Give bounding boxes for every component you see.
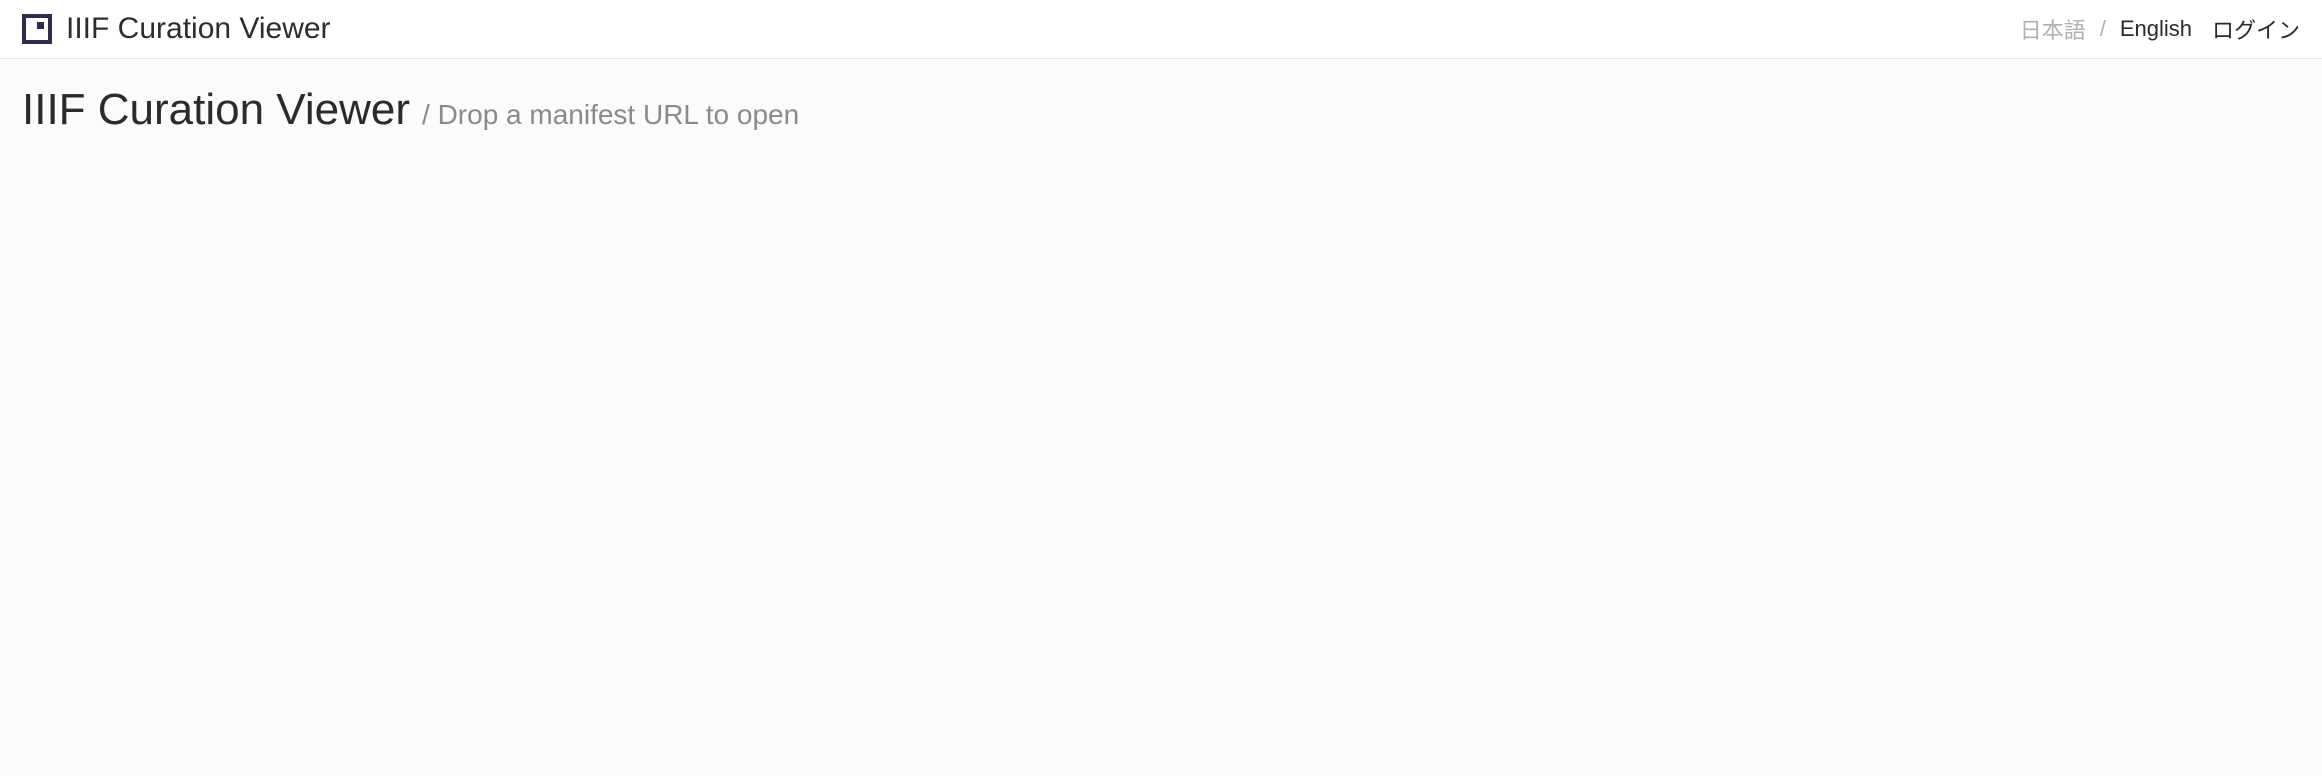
language-english-link[interactable]: English xyxy=(2120,16,2192,42)
header-left-group: IIIF Curation Viewer xyxy=(22,12,331,46)
app-header: IIIF Curation Viewer 日本語 / English ログイン xyxy=(0,0,2322,59)
main-content: IIIF Curation Viewer / Drop a manifest U… xyxy=(0,59,2322,661)
language-japanese-link[interactable]: 日本語 xyxy=(2020,13,2086,45)
login-link[interactable]: ログイン xyxy=(2212,13,2300,45)
manifest-drop-area[interactable] xyxy=(22,135,2300,635)
page-subtitle: / Drop a manifest URL to open xyxy=(422,99,799,131)
app-title: IIIF Curation Viewer xyxy=(66,12,331,46)
page-title-row: IIIF Curation Viewer / Drop a manifest U… xyxy=(22,85,2300,135)
page-title: IIIF Curation Viewer xyxy=(22,85,410,135)
header-right-group: 日本語 / English ログイン xyxy=(2020,13,2300,45)
iiif-logo-icon xyxy=(22,14,52,44)
language-separator: / xyxy=(2100,16,2106,42)
